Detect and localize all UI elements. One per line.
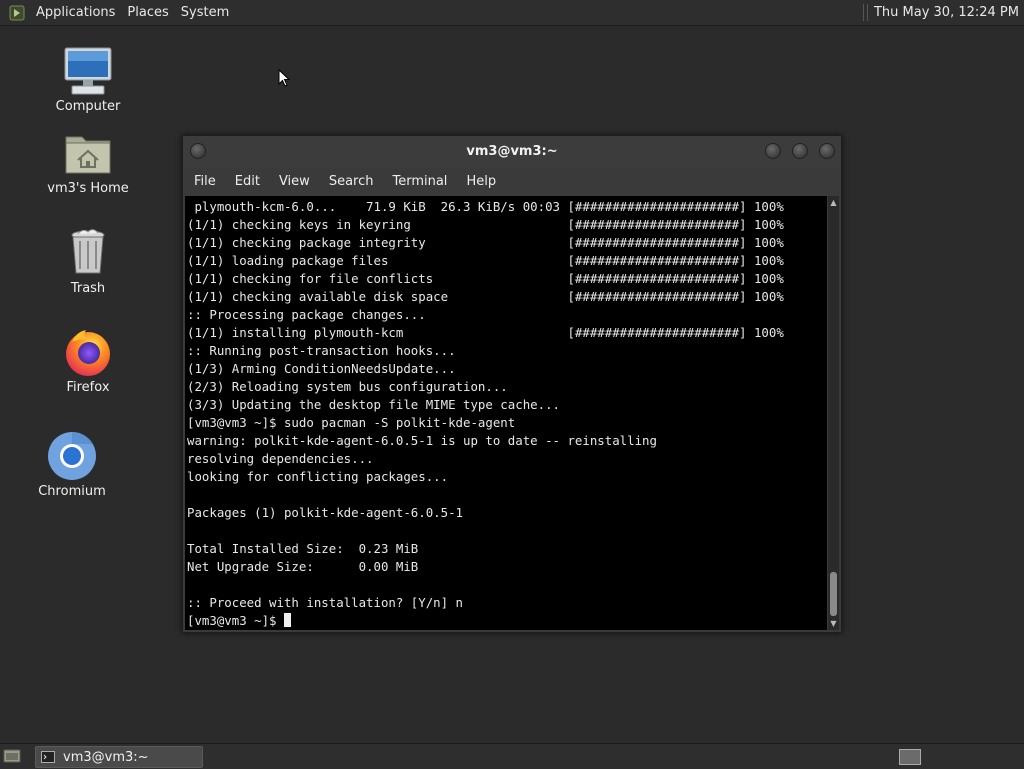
terminal-line: warning: polkit-kde-agent-6.0.5-1 is up … — [187, 433, 657, 448]
menu-view[interactable]: View — [268, 174, 318, 189]
terminal-line: :: Proceed with installation? [Y/n] n — [187, 595, 464, 610]
terminal-line: [vm3@vm3 ~]$ sudo pacman -S polkit-kde-a… — [187, 415, 516, 430]
maximize-button[interactable] — [792, 143, 808, 159]
bottom-panel: vm3@vm3:~ — [0, 743, 1024, 769]
terminal-line: Total Installed Size: 0.23 MiB — [187, 541, 419, 556]
scrollbar-thumb[interactable] — [830, 572, 837, 616]
window-title: vm3@vm3:~ — [466, 144, 558, 159]
scroll-up-icon[interactable]: ▲ — [829, 198, 838, 207]
home-folder-icon — [62, 127, 114, 179]
desktop-icon-label: vm3's Home — [47, 181, 129, 196]
terminal-line: Packages (1) polkit-kde-agent-6.0.5-1 — [187, 505, 464, 520]
terminal-line: (1/1) checking package integrity [######… — [187, 235, 784, 250]
minimize-button[interactable] — [765, 143, 781, 159]
terminal-scrollbar[interactable]: ▲ ▼ — [828, 196, 839, 630]
terminal-prompt: [vm3@vm3 ~]$ — [187, 613, 284, 628]
menu-file[interactable]: File — [183, 174, 224, 189]
desktop-icon-home[interactable]: vm3's Home — [38, 127, 138, 196]
terminal-line: (1/1) installing plymouth-kcm [#########… — [187, 325, 784, 340]
firefox-icon — [62, 326, 114, 378]
system-menu[interactable]: System — [177, 5, 237, 20]
menu-search[interactable]: Search — [318, 174, 382, 189]
taskbar-button-label: vm3@vm3:~ — [63, 749, 149, 765]
places-menu[interactable]: Places — [123, 5, 176, 20]
terminal-line: (1/1) checking keys in keyring [########… — [187, 217, 784, 232]
scroll-down-icon[interactable]: ▼ — [829, 619, 838, 628]
terminal-menubar: File Edit View Search Terminal Help — [183, 168, 841, 194]
desktop-icon-firefox[interactable]: Firefox — [38, 326, 138, 395]
desktop-icon-label: Trash — [70, 281, 106, 296]
top-panel: Applications Places System Thu May 30, 1… — [0, 0, 1024, 26]
clock[interactable]: Thu May 30, 12:24 PM — [874, 5, 1019, 20]
menu-help[interactable]: Help — [455, 174, 504, 189]
terminal-output[interactable]: plymouth-kcm-6.0... 71.9 KiB 26.3 KiB/s … — [185, 196, 827, 630]
terminal-line: (1/1) checking available disk space [###… — [187, 289, 784, 304]
terminal-line: (1/1) loading package files [###########… — [187, 253, 784, 268]
workspace-switcher[interactable] — [899, 749, 921, 765]
distro-logo-icon[interactable] — [8, 4, 26, 22]
desktop-icon-label: Chromium — [38, 484, 106, 499]
terminal-line: (1/1) checking for file conflicts [#####… — [187, 271, 784, 286]
terminal-line: looking for conflicting packages... — [187, 469, 449, 484]
text-cursor — [283, 613, 291, 627]
terminal-icon — [41, 751, 55, 763]
applications-menu[interactable]: Applications — [32, 5, 123, 20]
menu-edit[interactable]: Edit — [224, 174, 268, 189]
desktop-icon-trash[interactable]: Trash — [38, 227, 138, 296]
terminal-line: :: Running post-transaction hooks... — [187, 343, 456, 358]
close-button[interactable] — [819, 143, 835, 159]
desktop-icon-label: Firefox — [66, 380, 110, 395]
terminal-prompt-line[interactable]: [vm3@vm3 ~]$ — [187, 612, 827, 630]
terminal-lines: plymouth-kcm-6.0... 71.9 KiB 26.3 KiB/s … — [185, 196, 827, 630]
menu-terminal[interactable]: Terminal — [381, 174, 455, 189]
computer-icon — [62, 45, 114, 97]
window-titlebar[interactable]: vm3@vm3:~ — [183, 136, 841, 168]
terminal-line: resolving dependencies... — [187, 451, 374, 466]
terminal-window[interactable]: vm3@vm3:~ File Edit View Search Terminal… — [182, 135, 842, 633]
mouse-pointer-icon — [278, 68, 291, 87]
desktop-icon-chromium[interactable]: Chromium — [22, 430, 122, 499]
desktop-icon-computer[interactable]: Computer — [38, 45, 138, 114]
taskbar-terminal-button[interactable]: vm3@vm3:~ — [35, 746, 203, 768]
panel-separator — [862, 4, 868, 21]
desktop-icon-label: Computer — [55, 99, 121, 114]
terminal-line: :: Processing package changes... — [187, 307, 426, 322]
chromium-icon — [46, 430, 98, 482]
terminal-line: (1/3) Arming ConditionNeedsUpdate... — [187, 361, 456, 376]
terminal-line: (3/3) Updating the desktop file MIME typ… — [187, 397, 560, 412]
terminal-line: (2/3) Reloading system bus configuration… — [187, 379, 508, 394]
show-desktop-icon[interactable] — [3, 748, 21, 764]
trash-icon — [62, 227, 114, 279]
terminal-line: Net Upgrade Size: 0.00 MiB — [187, 559, 419, 574]
terminal-line: plymouth-kcm-6.0... 71.9 KiB 26.3 KiB/s … — [187, 199, 784, 214]
